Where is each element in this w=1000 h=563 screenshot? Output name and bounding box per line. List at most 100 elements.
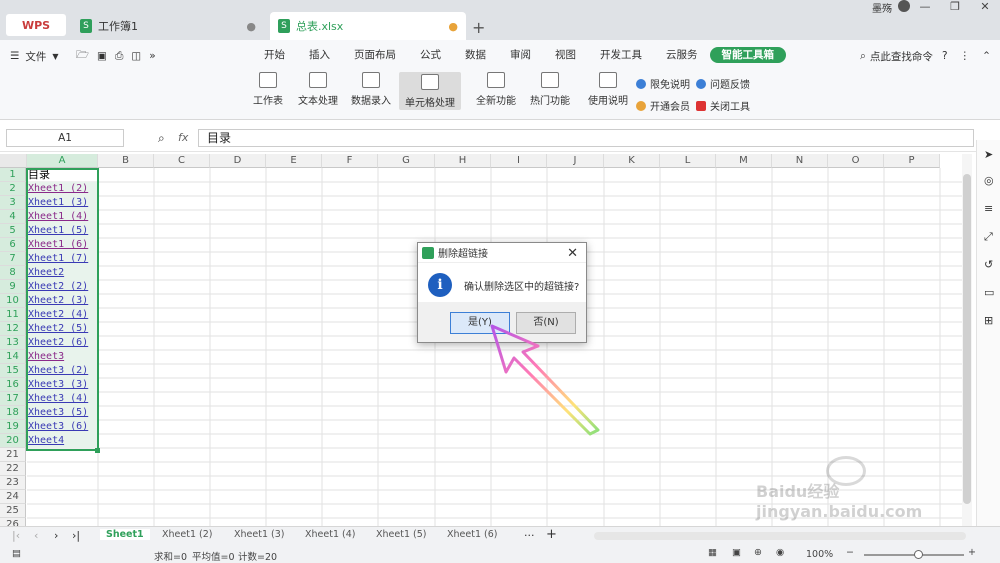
first-sheet-icon[interactable]: |‹: [12, 529, 20, 542]
column-header[interactable]: C: [154, 154, 210, 168]
resize-icon[interactable]: ⤢: [984, 230, 993, 244]
column-header[interactable]: O: [828, 154, 884, 168]
tab-formula[interactable]: 公式: [408, 47, 453, 63]
row-header[interactable]: 3: [0, 196, 26, 210]
row-header[interactable]: 15: [0, 364, 26, 378]
fill-handle[interactable]: [95, 448, 100, 453]
row-header[interactable]: 13: [0, 336, 26, 350]
page-break-icon[interactable]: ⊕: [754, 547, 762, 558]
more-options-icon[interactable]: ⋮: [960, 50, 971, 62]
new-tab-button[interactable]: +: [472, 18, 485, 37]
column-header[interactable]: J: [547, 154, 604, 168]
row-header[interactable]: 20: [0, 434, 26, 448]
usage-button[interactable]: 使用说明: [588, 72, 628, 110]
column-header[interactable]: I: [491, 154, 547, 168]
no-button[interactable]: 否(N): [516, 312, 576, 334]
row-header[interactable]: 2: [0, 182, 26, 196]
help-icon[interactable]: ?: [942, 50, 948, 62]
tab-active-file[interactable]: S 总表.xlsx ●: [270, 12, 466, 40]
backup-icon[interactable]: ▭: [984, 286, 994, 299]
yes-button[interactable]: 是(Y): [450, 312, 510, 334]
sheet-tab[interactable]: Xheet1 (6): [447, 529, 497, 540]
sheet-tab[interactable]: Xheet1 (3): [234, 529, 284, 540]
close-icon[interactable]: ✕: [970, 0, 1000, 14]
column-header[interactable]: P: [884, 154, 940, 168]
formula-input[interactable]: 目录: [198, 129, 974, 147]
apps-icon[interactable]: ⊞: [984, 314, 993, 327]
data-entry-button[interactable]: 数据录入: [348, 72, 394, 110]
column-header[interactable]: D: [210, 154, 266, 168]
feedback-button[interactable]: 问题反馈: [696, 76, 750, 91]
zoom-out-icon[interactable]: −: [846, 547, 854, 558]
row-header[interactable]: 22: [0, 462, 26, 476]
last-sheet-icon[interactable]: ›|: [72, 529, 80, 542]
row-header[interactable]: 11: [0, 308, 26, 322]
scroll-thumb[interactable]: [963, 174, 971, 504]
tab-home[interactable]: 开始: [252, 47, 297, 63]
row-header[interactable]: 1: [0, 168, 26, 182]
column-header[interactable]: E: [266, 154, 322, 168]
free-desc-button[interactable]: 限免说明: [636, 76, 690, 91]
name-box[interactable]: A1: [6, 129, 124, 147]
sheet-tab[interactable]: Xheet1 (4): [305, 529, 355, 540]
dialog-close-icon[interactable]: ✕: [567, 246, 578, 261]
column-header[interactable]: L: [660, 154, 716, 168]
save-icon[interactable]: ▣: [97, 50, 107, 62]
page-layout-icon[interactable]: ▣: [732, 547, 741, 558]
open-icon[interactable]: 🗁: [76, 47, 89, 65]
row-header[interactable]: 7: [0, 252, 26, 266]
row-header[interactable]: 25: [0, 504, 26, 518]
tab-view[interactable]: 视图: [543, 47, 588, 63]
row-header[interactable]: 17: [0, 392, 26, 406]
pointer-icon[interactable]: ➤: [984, 148, 993, 161]
sheet-tab[interactable]: Xheet1 (5): [376, 529, 426, 540]
zoom-slider[interactable]: [864, 550, 964, 559]
all-new-button[interactable]: 全新功能: [472, 72, 520, 110]
column-header[interactable]: N: [772, 154, 828, 168]
eye-icon[interactable]: ◉: [776, 547, 784, 558]
column-header[interactable]: M: [716, 154, 772, 168]
collapse-icon[interactable]: ⌃: [982, 50, 991, 62]
print-icon[interactable]: ⎙: [115, 50, 123, 63]
row-header[interactable]: 12: [0, 322, 26, 336]
row-header[interactable]: 19: [0, 420, 26, 434]
column-header[interactable]: F: [322, 154, 378, 168]
restore-icon[interactable]: ❐: [940, 0, 970, 14]
close-tool-button[interactable]: 关闭工具: [696, 98, 750, 113]
row-header[interactable]: 14: [0, 350, 26, 364]
row-header[interactable]: 8: [0, 266, 26, 280]
wps-home-tab[interactable]: WPS: [6, 14, 66, 36]
tab-smart-toolbox[interactable]: 智能工具箱: [709, 47, 786, 63]
more-sheets-icon[interactable]: ···: [524, 529, 535, 542]
row-header[interactable]: 23: [0, 476, 26, 490]
tab-review[interactable]: 审阅: [498, 47, 543, 63]
column-header[interactable]: H: [435, 154, 491, 168]
column-header[interactable]: A: [27, 154, 98, 168]
row-header[interactable]: 5: [0, 224, 26, 238]
row-header[interactable]: 26: [0, 518, 26, 526]
username[interactable]: 墨殇: [872, 0, 892, 15]
horizontal-scrollbar[interactable]: [594, 532, 966, 540]
row-header[interactable]: 9: [0, 280, 26, 294]
row-header[interactable]: 21: [0, 448, 26, 462]
worksheet-button[interactable]: 工作表: [250, 72, 286, 110]
row-header[interactable]: 6: [0, 238, 26, 252]
tab-workbook1[interactable]: S 工作簿1 ●: [72, 12, 264, 40]
shapes-icon[interactable]: ◎: [984, 174, 994, 187]
zoom-in-icon[interactable]: +: [968, 547, 976, 558]
column-header[interactable]: K: [604, 154, 660, 168]
minimize-icon[interactable]: —: [910, 0, 940, 14]
hot-func-button[interactable]: 热门功能: [526, 72, 574, 110]
history-icon[interactable]: ↺: [984, 258, 993, 271]
row-header[interactable]: 16: [0, 378, 26, 392]
tab-dot-icon[interactable]: ●: [246, 20, 256, 33]
corner-select-all[interactable]: [0, 154, 27, 168]
zoom-formula-icon[interactable]: ⌕: [158, 131, 165, 146]
preview-icon[interactable]: ◫: [131, 50, 141, 62]
tab-data[interactable]: 数据: [453, 47, 498, 63]
sheet-tab[interactable]: Xheet1 (2): [162, 529, 212, 540]
column-header[interactable]: B: [98, 154, 154, 168]
fx-icon[interactable]: fx: [178, 131, 188, 144]
file-menu[interactable]: ☰ 文件 ▼: [10, 48, 59, 64]
row-header[interactable]: 10: [0, 294, 26, 308]
